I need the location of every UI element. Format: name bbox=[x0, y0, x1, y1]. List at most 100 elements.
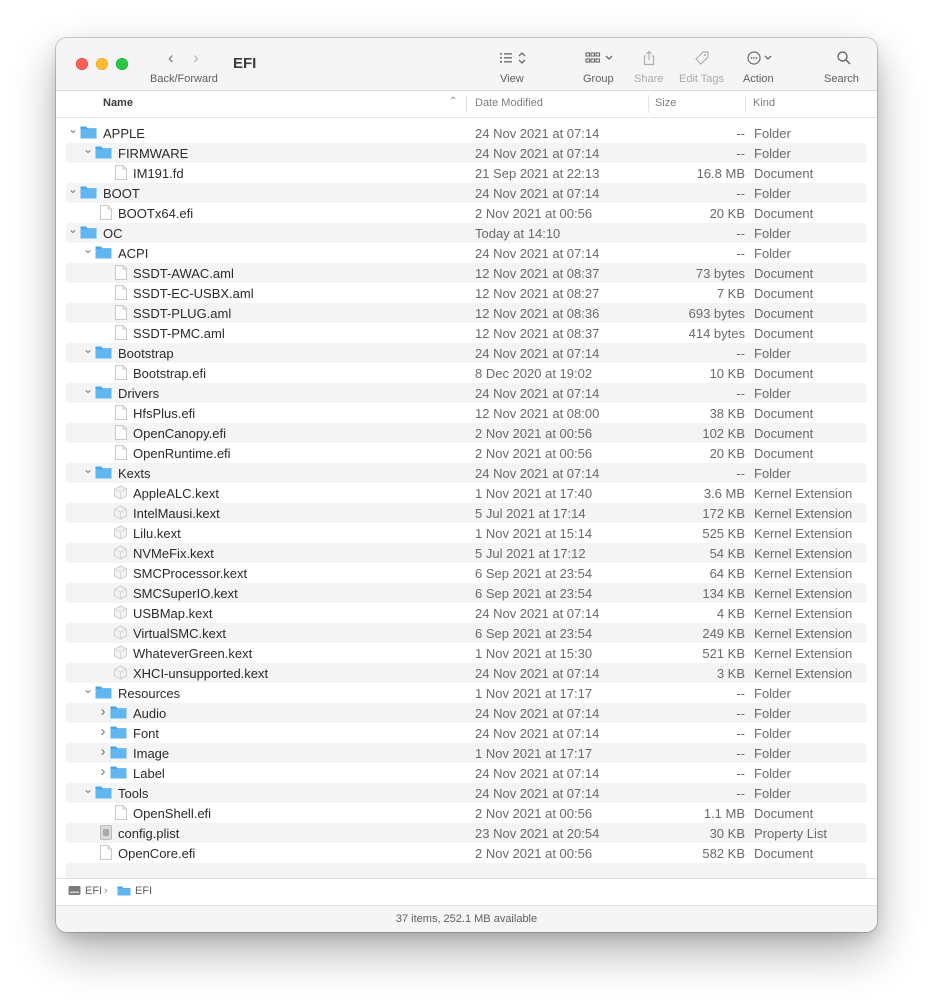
file-name[interactable]: Drivers bbox=[118, 386, 159, 401]
list-item[interactable]: OpenCanopy.efi 2 Nov 2021 at 00:56 102 KB D… bbox=[66, 423, 867, 443]
file-name[interactable]: Audio bbox=[133, 706, 166, 721]
list-item[interactable]: ⌄ ACPI 24 Nov 2021 at 07:14 -- Folder bbox=[66, 241, 867, 263]
close-button[interactable] bbox=[76, 58, 88, 70]
file-name[interactable]: OpenShell.efi bbox=[133, 806, 211, 821]
list-item[interactable]: ⌄ BOOT 24 Nov 2021 at 07:14 -- Folder bbox=[66, 181, 867, 203]
list-item[interactable]: BOOTx64.efi 2 Nov 2021 at 00:56 20 KB Docum… bbox=[66, 203, 867, 223]
search-icon[interactable] bbox=[836, 50, 852, 66]
share-label[interactable]: Share bbox=[634, 73, 663, 85]
action-label[interactable]: Action bbox=[743, 73, 774, 85]
list-item[interactable]: Lilu.kext 1 Nov 2021 at 15:14 525 KB Kernel… bbox=[66, 523, 867, 543]
list-item[interactable]: OpenCore.efi 2 Nov 2021 at 00:56 582 KB Doc… bbox=[66, 843, 867, 863]
list-item[interactable]: HfsPlus.efi 12 Nov 2021 at 08:00 38 KB Docu… bbox=[66, 403, 867, 423]
list-item[interactable]: › Image 1 Nov 2021 at 17:17 -- Folder bbox=[66, 743, 867, 763]
list-item[interactable]: config.plist 23 Nov 2021 at 20:54 30 KB Pro… bbox=[66, 823, 867, 843]
disclosure-expanded-icon[interactable]: ⌄ bbox=[68, 221, 78, 237]
disclosure-expanded-icon[interactable]: ⌄ bbox=[83, 381, 93, 397]
list-item[interactable]: › Label 24 Nov 2021 at 07:14 -- Folder bbox=[66, 763, 867, 783]
list-item[interactable]: ⌄ Drivers 24 Nov 2021 at 07:14 -- Folder bbox=[66, 381, 867, 403]
file-name[interactable]: HfsPlus.efi bbox=[133, 406, 195, 421]
group-label[interactable]: Group bbox=[583, 73, 614, 85]
file-name[interactable]: BOOT bbox=[103, 186, 140, 201]
list-item[interactable]: ⌄ Resources 1 Nov 2021 at 17:17 -- Folder bbox=[66, 681, 867, 703]
list-item[interactable]: ⌄ Bootstrap 24 Nov 2021 at 07:14 -- Folder bbox=[66, 341, 867, 363]
group-icon[interactable] bbox=[584, 50, 618, 66]
file-name[interactable]: OpenCore.efi bbox=[118, 846, 195, 861]
file-name[interactable]: IM191.fd bbox=[133, 166, 184, 181]
list-item[interactable]: › Audio 24 Nov 2021 at 07:14 -- Folder bbox=[66, 703, 867, 723]
disclosure-expanded-icon[interactable]: ⌄ bbox=[68, 181, 78, 197]
file-name[interactable]: ACPI bbox=[118, 246, 148, 261]
disclosure-expanded-icon[interactable]: ⌄ bbox=[83, 781, 93, 797]
disclosure-collapsed-icon[interactable]: › bbox=[98, 704, 108, 720]
file-name[interactable]: SSDT-AWAC.aml bbox=[133, 266, 234, 281]
file-name[interactable]: Bootstrap.efi bbox=[133, 366, 206, 381]
path-folder[interactable]: EFI bbox=[135, 885, 152, 897]
disclosure-collapsed-icon[interactable]: › bbox=[98, 744, 108, 760]
file-name[interactable]: SMCProcessor.kext bbox=[133, 566, 247, 581]
list-item[interactable]: VirtualSMC.kext 6 Sep 2021 at 23:54 249 KB… bbox=[66, 623, 867, 643]
view-label[interactable]: View bbox=[500, 73, 524, 85]
list-item[interactable]: ⌄ FIRMWARE 24 Nov 2021 at 07:14 -- Folder bbox=[66, 141, 867, 163]
disclosure-expanded-icon[interactable]: ⌄ bbox=[83, 341, 93, 357]
file-name[interactable]: FIRMWARE bbox=[118, 146, 188, 161]
list-item[interactable]: XHCI-unsupported.kext 24 Nov 2021 at 07:1… bbox=[66, 663, 867, 683]
file-name[interactable]: SMCSuperIO.kext bbox=[133, 586, 238, 601]
edit-tags-label[interactable]: Edit Tags bbox=[679, 73, 724, 85]
file-name[interactable]: SSDT-PLUG.aml bbox=[133, 306, 231, 321]
disclosure-expanded-icon[interactable]: ⌄ bbox=[83, 681, 93, 697]
list-item[interactable]: OpenShell.efi 2 Nov 2021 at 00:56 1.1 MB Do… bbox=[66, 803, 867, 823]
file-name[interactable]: Label bbox=[133, 766, 165, 781]
list-item[interactable]: SMCSuperIO.kext 6 Sep 2021 at 23:54 134 KB… bbox=[66, 583, 867, 603]
file-name[interactable]: APPLE bbox=[103, 126, 145, 141]
file-name[interactable]: IntelMausi.kext bbox=[133, 506, 220, 521]
file-name[interactable]: OpenCanopy.efi bbox=[133, 426, 226, 441]
file-name[interactable]: Resources bbox=[118, 686, 180, 701]
file-name[interactable]: BOOTx64.efi bbox=[118, 206, 193, 221]
tag-icon[interactable] bbox=[694, 50, 710, 66]
list-item[interactable]: SSDT-PMC.aml 12 Nov 2021 at 08:37 414 byte… bbox=[66, 323, 867, 343]
file-name[interactable]: OC bbox=[103, 226, 123, 241]
disclosure-collapsed-icon[interactable]: › bbox=[98, 764, 108, 780]
sort-ascending-icon[interactable]: ⌃ bbox=[449, 96, 457, 107]
path-volume[interactable]: EFI bbox=[85, 885, 102, 897]
list-item[interactable]: AppleALC.kext 1 Nov 2021 at 17:40 3.6 MB Ke… bbox=[66, 483, 867, 503]
minimize-button[interactable] bbox=[96, 58, 108, 70]
disclosure-expanded-icon[interactable]: ⌄ bbox=[83, 241, 93, 257]
disclosure-collapsed-icon[interactable]: › bbox=[98, 724, 108, 740]
column-divider[interactable] bbox=[648, 95, 649, 113]
file-name[interactable]: Font bbox=[133, 726, 159, 741]
file-name[interactable]: Image bbox=[133, 746, 169, 761]
list-item[interactable]: USBMap.kext 24 Nov 2021 at 07:14 4 KB Kerne… bbox=[66, 603, 867, 623]
file-name[interactable]: SSDT-EC-USBX.aml bbox=[133, 286, 254, 301]
list-item[interactable]: SSDT-AWAC.aml 12 Nov 2021 at 08:37 73 byte… bbox=[66, 263, 867, 283]
file-name[interactable]: OpenRuntime.efi bbox=[133, 446, 231, 461]
column-date-modified[interactable]: Date Modified bbox=[475, 97, 543, 109]
list-item[interactable]: ⌄ Tools 24 Nov 2021 at 07:14 -- Folder bbox=[66, 781, 867, 803]
list-item[interactable]: ⌄ OC Today at 14:10 -- Folder bbox=[66, 221, 867, 243]
view-list-icon[interactable] bbox=[499, 50, 529, 66]
file-name[interactable]: VirtualSMC.kext bbox=[133, 626, 226, 641]
forward-icon[interactable]: › bbox=[193, 49, 199, 66]
disclosure-expanded-icon[interactable]: ⌄ bbox=[83, 141, 93, 157]
list-item[interactable]: OpenRuntime.efi 2 Nov 2021 at 00:56 20 KB D… bbox=[66, 443, 867, 463]
list-item[interactable]: › Font 24 Nov 2021 at 07:14 -- Folder bbox=[66, 723, 867, 743]
list-item[interactable]: IM191.fd 21 Sep 2021 at 22:13 16.8 MB Docum… bbox=[66, 163, 867, 183]
file-name[interactable]: Kexts bbox=[118, 466, 151, 481]
file-name[interactable]: XHCI-unsupported.kext bbox=[133, 666, 268, 681]
list-item[interactable]: SSDT-PLUG.aml 12 Nov 2021 at 08:36 693 byt… bbox=[66, 303, 867, 323]
list-item[interactable]: SSDT-EC-USBX.aml 12 Nov 2021 at 08:27 7 KB… bbox=[66, 283, 867, 303]
list-item[interactable]: ⌄ APPLE 24 Nov 2021 at 07:14 -- Folder bbox=[66, 121, 867, 143]
column-name[interactable]: Name bbox=[103, 97, 133, 109]
file-name[interactable]: SSDT-PMC.aml bbox=[133, 326, 225, 341]
column-size[interactable]: Size bbox=[655, 97, 676, 109]
disclosure-expanded-icon[interactable]: ⌄ bbox=[68, 121, 78, 137]
list-item[interactable]: IntelMausi.kext 5 Jul 2021 at 17:14 172 KB… bbox=[66, 503, 867, 523]
file-name[interactable]: AppleALC.kext bbox=[133, 486, 219, 501]
file-name[interactable]: USBMap.kext bbox=[133, 606, 212, 621]
list-item[interactable]: SMCProcessor.kext 6 Sep 2021 at 23:54 64 K… bbox=[66, 563, 867, 583]
file-name[interactable]: WhateverGreen.kext bbox=[133, 646, 252, 661]
list-item[interactable]: ⌄ Kexts 24 Nov 2021 at 07:14 -- Folder bbox=[66, 462, 867, 483]
action-icon[interactable] bbox=[746, 50, 776, 66]
file-name[interactable]: Tools bbox=[118, 786, 148, 801]
